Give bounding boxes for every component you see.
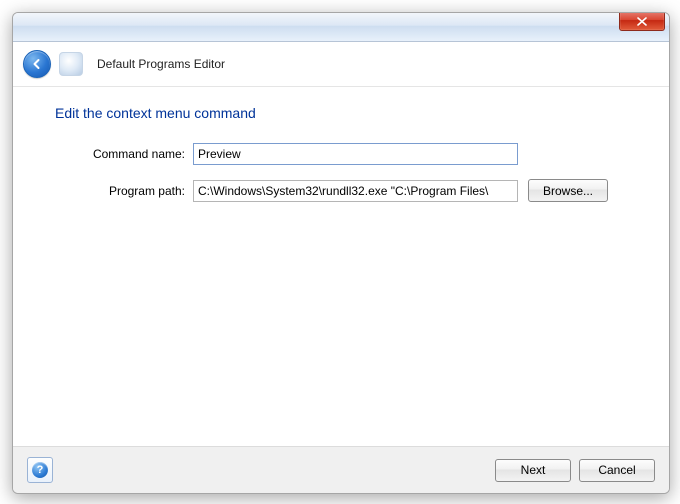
close-button[interactable] — [619, 12, 665, 31]
cancel-button[interactable]: Cancel — [579, 459, 655, 482]
dialog-window: Default Programs Editor Edit the context… — [12, 12, 670, 494]
back-button[interactable] — [23, 50, 51, 78]
next-button[interactable]: Next — [495, 459, 571, 482]
command-name-label: Command name: — [55, 147, 193, 161]
close-icon — [637, 17, 647, 26]
arrow-left-icon — [30, 57, 44, 71]
browse-button[interactable]: Browse... — [528, 179, 608, 202]
app-title: Default Programs Editor — [91, 57, 225, 71]
page-heading: Edit the context menu command — [55, 105, 627, 121]
command-name-input[interactable] — [193, 143, 518, 165]
help-icon: ? — [32, 462, 48, 478]
content-area: Edit the context menu command Command na… — [13, 87, 669, 446]
footer-bar: ? Next Cancel — [13, 446, 669, 493]
program-path-row: Program path: Browse... — [55, 179, 627, 202]
program-path-input[interactable] — [193, 180, 518, 202]
command-name-row: Command name: — [55, 143, 627, 165]
help-button[interactable]: ? — [27, 457, 53, 483]
app-icon — [59, 52, 83, 76]
titlebar — [13, 13, 669, 42]
header-bar: Default Programs Editor — [13, 42, 669, 87]
program-path-label: Program path: — [55, 184, 193, 198]
